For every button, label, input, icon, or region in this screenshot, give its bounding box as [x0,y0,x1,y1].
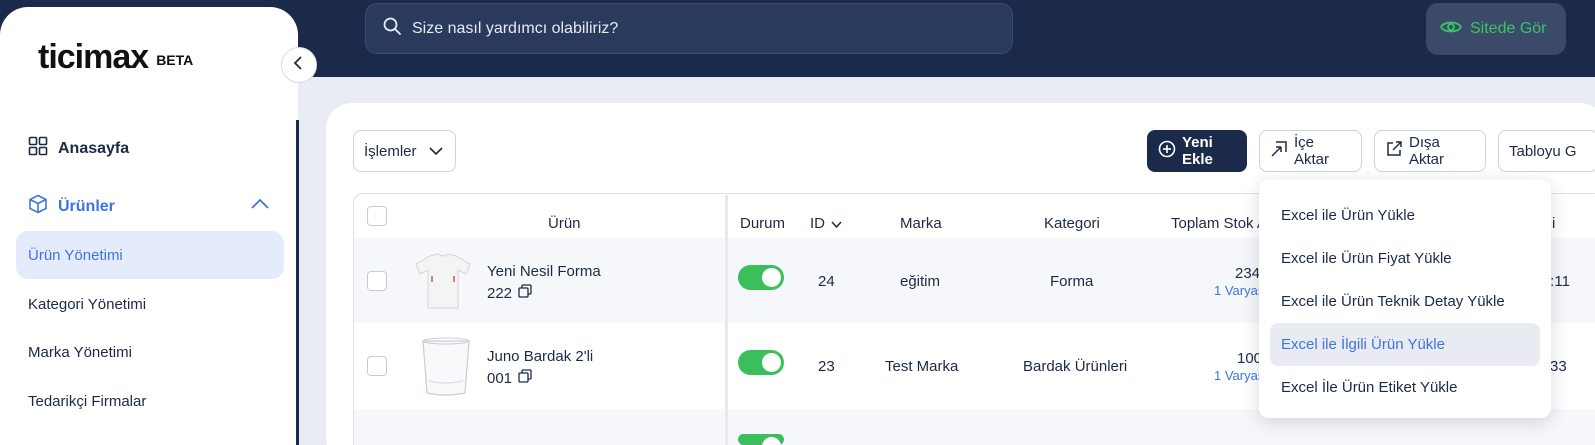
status-toggle[interactable] [738,265,784,290]
search-input[interactable]: Size nasıl yardımcı olabiliriz? [412,20,618,38]
brand-logo[interactable]: ticimax BETA [38,40,193,74]
actions-label: İşlemler [364,142,417,160]
column-header-stock[interactable]: Toplam Stok A [1171,215,1267,232]
new-button[interactable]: Yeni Ekle [1147,130,1247,172]
beta-badge: BETA [156,52,194,68]
grid-icon [28,136,48,161]
import-dropdown-menu: Excel ile Ürün Yükle Excel ile Ürün Fiya… [1259,180,1551,418]
view-site-button[interactable]: Sitede Gör [1426,3,1566,55]
product-code-value: 222 [487,284,513,302]
sort-chevron-icon [831,215,842,232]
table-settings-label: Tabloyu G [1509,142,1577,160]
import-button-label: İçe Aktar [1294,134,1330,168]
column-header-id[interactable]: ID [810,215,842,232]
sidebar-item-category-management[interactable]: Kategori Yönetimi [28,296,146,313]
copy-icon[interactable] [518,284,532,302]
column-header-brand[interactable]: Marka [900,215,942,232]
search-icon [382,16,402,41]
chevron-left-icon [293,55,305,75]
new-button-label: Yeni Ekle [1182,134,1213,168]
search-bar[interactable]: Size nasıl yardımcı olabiliriz? [365,3,1013,54]
product-thumbnail-tshirt[interactable] [412,252,474,310]
select-all-checkbox[interactable] [367,206,387,226]
menu-item-excel-tag[interactable]: Excel İle Ürün Etiket Yükle [1281,379,1457,396]
product-thumbnail-glass[interactable] [420,337,472,397]
product-brand: eğitim [900,273,941,290]
column-header-label: ID [810,215,825,232]
menu-item-excel-price[interactable]: Excel ile Ürün Fiyat Yükle [1281,250,1452,267]
export-button[interactable]: Dışa Aktar [1374,130,1486,172]
product-name[interactable]: Yeni Nesil Forma [487,263,601,280]
row-checkbox[interactable] [367,356,387,376]
column-header-status[interactable]: Durum [740,215,785,232]
sidebar-item-suppliers[interactable]: Tedarikçi Firmalar [28,393,146,410]
sidebar-item-label: Ürün Yönetimi [28,246,123,264]
sidebar-item-label: Ürünler [58,197,115,215]
product-code: 222 [487,284,532,302]
menu-item-excel-technical-detail[interactable]: Excel ile Ürün Teknik Detay Yükle [1281,293,1505,310]
view-site-label: Sitede Gör [1470,20,1547,37]
menu-item-excel-related-product[interactable]: Excel ile İlgili Ürün Yükle [1281,336,1445,353]
menu-item-excel-product[interactable]: Excel ile Ürün Yükle [1281,207,1415,224]
export-button-label: Dışa Aktar [1409,134,1445,168]
row-checkbox[interactable] [367,271,387,291]
chevron-up-icon[interactable] [251,197,269,215]
status-toggle[interactable] [738,434,784,445]
import-icon [1270,140,1288,162]
box-icon [28,194,48,219]
actions-dropdown[interactable]: İşlemler [353,130,456,172]
product-category: Forma [1050,273,1094,290]
variant-link[interactable]: 1 Varyas [1214,283,1264,298]
logo-wordmark: ticimax [38,38,149,76]
status-toggle[interactable] [738,350,784,375]
import-button[interactable]: İçe Aktar [1259,130,1362,172]
chevron-down-icon [428,143,443,160]
plus-circle-icon [1158,140,1176,162]
product-brand: Test Marka [885,358,959,375]
product-category: Bardak Ürünleri [1023,358,1128,375]
product-extra: 33 [1550,358,1567,375]
sidebar-collapse-button[interactable] [281,47,317,83]
product-id: 24 [818,273,835,290]
column-divider [725,195,728,445]
sidebar-item-label: Anasayfa [58,139,130,157]
eye-icon [1439,19,1463,40]
column-header-product[interactable]: Ürün [548,215,581,232]
sidebar-item-products[interactable]: Ürünler [28,194,115,219]
column-header-category[interactable]: Kategori [1044,215,1100,232]
sidebar-item-brand-management[interactable]: Marka Yönetimi [28,344,132,361]
product-id: 23 [818,358,835,375]
external-link-icon [1385,140,1403,162]
product-stock: 234 [1235,265,1261,282]
product-code-value: 001 [487,369,513,387]
product-code: 001 [487,369,532,387]
table-settings-button[interactable]: Tabloyu G [1498,130,1595,172]
product-name[interactable]: Juno Bardak 2'li [487,348,593,365]
sidebar-border [296,120,299,445]
sidebar-item-product-management[interactable]: Ürün Yönetimi [16,231,284,279]
variant-link[interactable]: 1 Varyas [1214,368,1264,383]
column-header-extra[interactable]: i [1552,215,1555,232]
sidebar-item-home[interactable]: Anasayfa [28,136,129,161]
copy-icon[interactable] [518,369,532,387]
